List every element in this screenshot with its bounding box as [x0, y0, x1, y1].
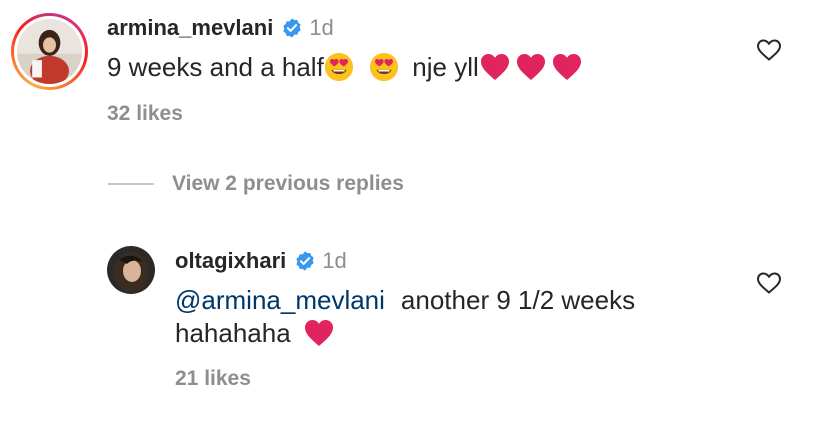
username[interactable]: oltagixhari [175, 248, 286, 274]
like-heart-icon[interactable] [756, 271, 782, 295]
likes-count[interactable]: 32 likes [107, 102, 183, 126]
avatar-armina[interactable] [11, 13, 88, 90]
comment-text-part: nje yll [405, 52, 479, 82]
red-heart-emoji-icon [516, 54, 545, 80]
comment-text-line-2: hahahaha [175, 316, 335, 350]
likes-count[interactable]: 21 likes [175, 367, 251, 391]
red-heart-emoji-icon [304, 320, 333, 346]
avatar-image [17, 19, 82, 84]
avatar-oltagixhari[interactable] [107, 246, 155, 294]
heart-eyes-emoji-icon [324, 52, 353, 82]
timestamp: 1d [309, 15, 334, 40]
like-heart-icon[interactable] [756, 38, 782, 62]
comment-text: 9 weeks and a half nje yll [107, 50, 583, 84]
view-previous-replies[interactable]: View 2 previous replies [108, 172, 404, 196]
comment-text-part: another 9 1/2 weeks [400, 285, 636, 315]
replies-divider [108, 183, 154, 185]
red-heart-emoji-icon [552, 54, 581, 80]
red-heart-emoji-icon [480, 54, 509, 80]
verified-badge-icon [283, 18, 301, 38]
view-replies-label[interactable]: View 2 previous replies [172, 172, 404, 196]
comment-header: oltagixhari 1d [175, 248, 347, 274]
mention-link[interactable]: @armina_mevlani [175, 285, 385, 315]
comment-text-line-1: @armina_mevlani another 9 1/2 weeks [175, 283, 635, 317]
verified-badge-icon [296, 251, 314, 271]
username[interactable]: armina_mevlani [107, 15, 273, 41]
timestamp: 1d [322, 248, 347, 273]
comment-text-part: 9 weeks and a half [107, 52, 324, 82]
avatar-image [107, 246, 155, 294]
comment-header: armina_mevlani 1d [107, 15, 334, 41]
comment-text-part: hahahaha [175, 318, 291, 348]
heart-eyes-emoji-icon [369, 52, 399, 82]
